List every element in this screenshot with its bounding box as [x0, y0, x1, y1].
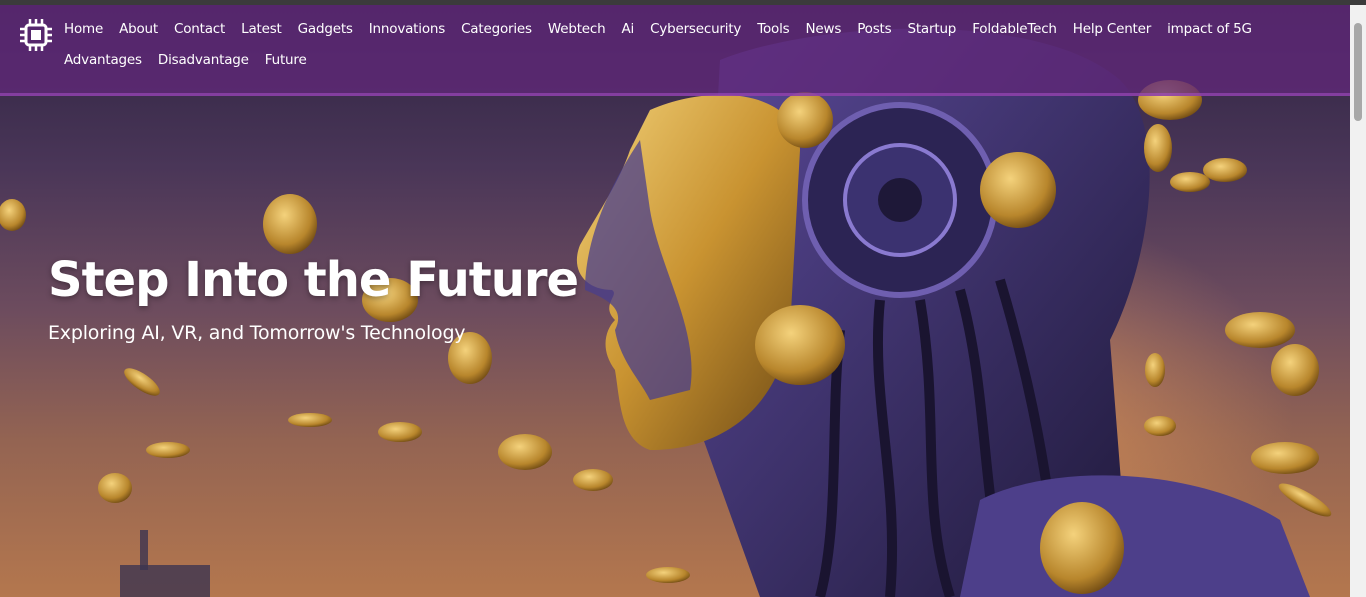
nav-link-tools[interactable]: Tools [749, 19, 797, 39]
nav-link-advantages[interactable]: Advantages [56, 50, 150, 70]
nav-link-cybersecurity[interactable]: Cybersecurity [642, 19, 749, 39]
page-scrollbar[interactable] [1350, 5, 1366, 597]
hero-subtitle: Exploring AI, VR, and Tomorrow's Technol… [48, 322, 466, 344]
nav-link-about[interactable]: About [111, 19, 166, 39]
nav-link-ai[interactable]: Ai [613, 19, 642, 39]
nav-link-innovations[interactable]: Innovations [361, 19, 453, 39]
nav-link-contact[interactable]: Contact [166, 19, 233, 39]
chip-icon[interactable] [18, 17, 54, 53]
nav-link-help-center[interactable]: Help Center [1065, 19, 1159, 39]
nav-links: Home About Contact Latest Gadgets Innova… [56, 19, 1316, 70]
nav-link-latest[interactable]: Latest [233, 19, 290, 39]
nav-link-startup[interactable]: Startup [899, 19, 964, 39]
hero-title: Step Into the Future [48, 252, 579, 308]
hero-text-block: Step Into the Future Exploring AI, VR, a… [48, 250, 579, 344]
nav-link-gadgets[interactable]: Gadgets [290, 19, 361, 39]
browser-top-edge [0, 0, 1366, 5]
nav-link-future[interactable]: Future [257, 50, 315, 70]
nav-link-home[interactable]: Home [56, 19, 111, 39]
nav-link-foldabletech[interactable]: FoldableTech [964, 19, 1065, 39]
nav-link-posts[interactable]: Posts [849, 19, 899, 39]
nav-link-impact-of-5g[interactable]: impact of 5G [1159, 19, 1260, 39]
scrollbar-thumb[interactable] [1354, 23, 1362, 121]
nav-link-news[interactable]: News [798, 19, 850, 39]
main-navbar: Home About Contact Latest Gadgets Innova… [0, 5, 1350, 96]
nav-link-disadvantage[interactable]: Disadvantage [150, 50, 257, 70]
nav-link-webtech[interactable]: Webtech [540, 19, 614, 39]
nav-link-categories[interactable]: Categories [453, 19, 540, 39]
